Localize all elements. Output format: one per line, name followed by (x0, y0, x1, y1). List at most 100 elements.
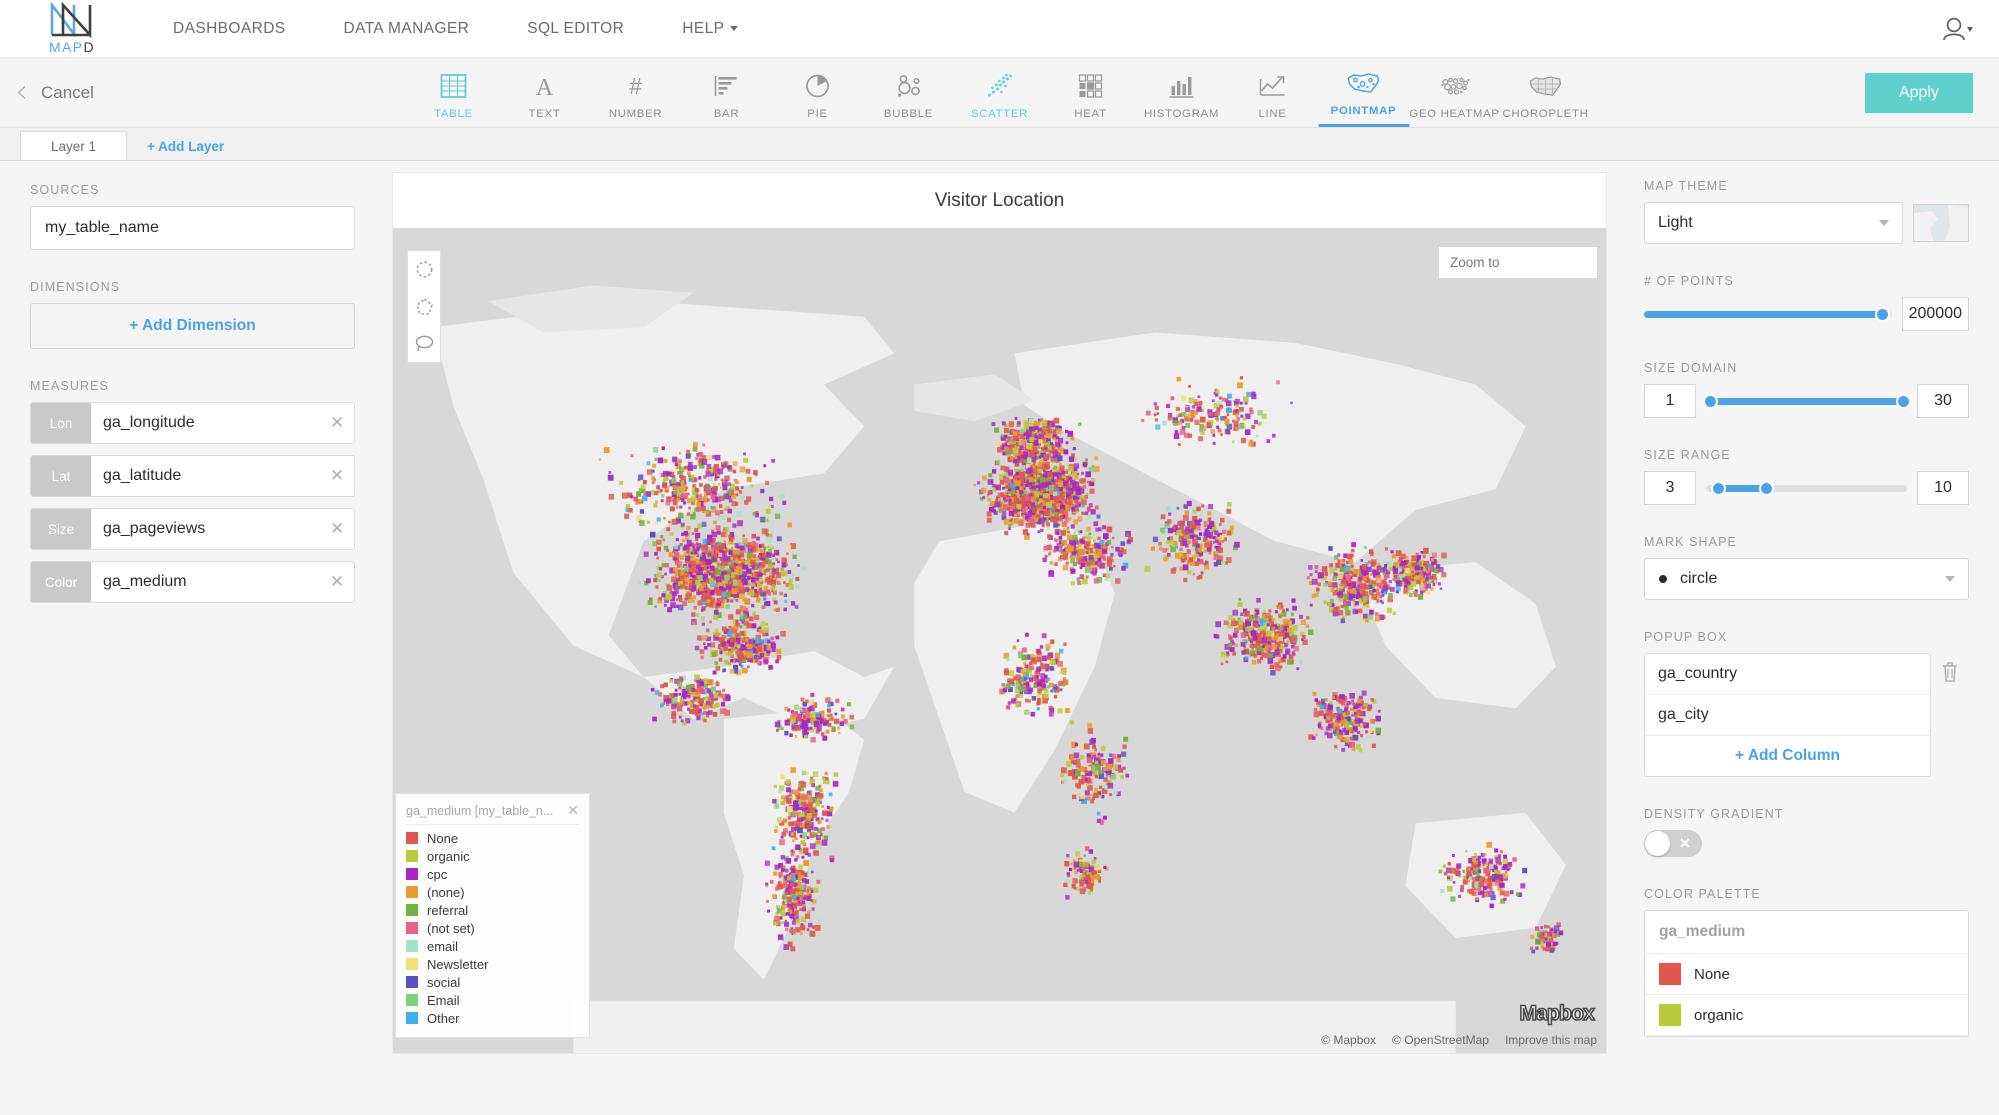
chart-type-bar[interactable]: BAR (681, 58, 772, 127)
chart-type-line[interactable]: LINE (1227, 58, 1318, 127)
size-range-track[interactable] (1706, 485, 1907, 492)
draw-lasso-icon[interactable] (408, 325, 440, 362)
palette-row-none[interactable]: None (1645, 954, 1968, 995)
size-domain-knob-low[interactable] (1703, 394, 1718, 409)
color-swatch[interactable] (1659, 1004, 1681, 1026)
legend-item[interactable]: Newsletter (406, 955, 579, 973)
close-icon[interactable]: ✕ (320, 509, 354, 549)
draw-circle-icon[interactable] (408, 251, 440, 288)
size-domain-knob-high[interactable] (1896, 394, 1911, 409)
bubble-icon (895, 70, 923, 102)
tab-layer-1[interactable]: Layer 1 (20, 131, 127, 160)
chart-type-number[interactable]: # NUMBER (590, 58, 681, 127)
choropleth-icon (1529, 70, 1563, 102)
palette-row-organic[interactable]: organic (1645, 995, 1968, 1036)
dimensions-label: DIMENSIONS (30, 280, 355, 294)
apply-button[interactable]: Apply (1865, 73, 1973, 113)
nav-link-help[interactable]: HELP (653, 20, 767, 38)
color-palette-label: COLOR PALETTE (1644, 887, 1969, 901)
map-theme-section: MAP THEME Light (1644, 179, 1969, 244)
nav-link-dashboards[interactable]: DASHBOARDS (144, 20, 315, 38)
measure-value[interactable]: ga_longitude (91, 403, 320, 443)
measure-row-lon[interactable]: Lon ga_longitude ✕ (30, 402, 355, 444)
size-range-min[interactable]: 3 (1644, 471, 1696, 505)
source-select[interactable]: my_table_name (30, 206, 355, 250)
popup-box-label: POPUP BOX (1644, 630, 1969, 644)
chart-type-pie[interactable]: PIE (772, 58, 863, 127)
add-dimension-button[interactable]: + Add Dimension (30, 303, 355, 349)
legend-item[interactable]: cpc (406, 865, 579, 883)
chart-type-bubble[interactable]: BUBBLE (863, 58, 954, 127)
legend-item[interactable]: Email (406, 991, 579, 1009)
points-slider-track[interactable] (1644, 311, 1892, 318)
size-domain-label: SIZE DOMAIN (1644, 361, 1969, 375)
measure-row-lat[interactable]: Lat ga_latitude ✕ (30, 455, 355, 497)
pointmap-icon (1347, 67, 1381, 99)
size-domain-track[interactable] (1706, 398, 1907, 405)
legend-item[interactable]: email (406, 937, 579, 955)
size-range-knob-low[interactable] (1711, 481, 1726, 496)
attribution-improve[interactable]: Improve this map (1505, 1033, 1597, 1047)
nav-link-sql-editor[interactable]: SQL EDITOR (498, 20, 653, 38)
measure-value[interactable]: ga_medium (91, 562, 320, 602)
color-swatch[interactable] (1659, 963, 1681, 985)
color-swatch (406, 886, 418, 898)
chart-type-table[interactable]: TABLE (408, 58, 499, 127)
chart-type-label: BUBBLE (884, 108, 933, 120)
mark-shape-select[interactable]: circle (1644, 558, 1969, 600)
add-layer-button[interactable]: + Add Layer (127, 132, 244, 160)
geo-heatmap-icon (1438, 70, 1472, 102)
nav-link-label: DATA MANAGER (344, 20, 470, 37)
size-domain-min[interactable]: 1 (1644, 384, 1696, 418)
pie-chart-icon (805, 70, 831, 102)
attribution-osm[interactable]: © OpenStreetMap (1392, 1033, 1489, 1047)
user-icon (1939, 14, 1973, 44)
map-theme-select[interactable]: Light (1644, 202, 1903, 244)
nav-link-data-manager[interactable]: DATA MANAGER (315, 20, 499, 38)
points-value[interactable]: 200000 (1902, 297, 1969, 331)
legend-item[interactable]: referral (406, 901, 579, 919)
popup-column-country[interactable]: ga_country (1645, 654, 1930, 695)
draw-polygon-icon[interactable] (408, 288, 440, 325)
legend-item[interactable]: Other (406, 1009, 579, 1027)
map-canvas[interactable]: ga_medium [my_table_n... ✕ None organic cp… (393, 228, 1606, 1053)
color-swatch (406, 958, 418, 970)
trash-icon[interactable] (1931, 653, 1969, 683)
popup-column-city[interactable]: ga_city (1645, 695, 1930, 736)
map-area: Visitor Location Zoom to ga_medium [my_t… (385, 161, 1614, 1115)
add-column-button[interactable]: + Add Column (1645, 736, 1930, 776)
account-menu[interactable] (1939, 14, 1973, 44)
chart-type-geo-heatmap[interactable]: GEO HEATMAP (1409, 58, 1500, 127)
measure-value[interactable]: ga_pageviews (91, 509, 320, 549)
chart-type-text[interactable]: A TEXT (499, 58, 590, 127)
measure-row-color[interactable]: Color ga_medium ✕ (30, 561, 355, 603)
measure-value[interactable]: ga_latitude (91, 456, 320, 496)
zoom-to-input[interactable] (1438, 246, 1598, 279)
legend-item[interactable]: organic (406, 847, 579, 865)
density-gradient-section: DENSITY GRADIENT ✕ (1644, 807, 1969, 857)
mapd-logo[interactable]: MAPD (18, 2, 126, 55)
legend-item[interactable]: None (406, 829, 579, 847)
map-theme-thumbnail[interactable] (1913, 204, 1969, 242)
size-range-max[interactable]: 10 (1917, 471, 1969, 505)
measure-row-size[interactable]: Size ga_pageviews ✕ (30, 508, 355, 550)
cancel-button[interactable]: Cancel (20, 83, 94, 103)
legend-item[interactable]: social (406, 973, 579, 991)
chart-type-choropleth[interactable]: CHOROPLETH (1500, 58, 1591, 127)
close-icon[interactable]: ✕ (567, 802, 579, 819)
legend-item[interactable]: (none) (406, 883, 579, 901)
size-domain-max[interactable]: 30 (1917, 384, 1969, 418)
chart-type-heat[interactable]: HEAT (1045, 58, 1136, 127)
points-slider-knob[interactable] (1875, 307, 1890, 322)
close-icon[interactable]: ✕ (320, 403, 354, 443)
chart-type-pointmap[interactable]: POINTMAP (1318, 58, 1409, 127)
size-range-knob-high[interactable] (1759, 481, 1774, 496)
mapd-logo-text: MAPD (49, 39, 95, 55)
legend-item[interactable]: (not set) (406, 919, 579, 937)
chart-type-histogram[interactable]: HISTOGRAM (1136, 58, 1227, 127)
attribution-mapbox[interactable]: © Mapbox (1321, 1033, 1376, 1047)
close-icon[interactable]: ✕ (320, 456, 354, 496)
close-icon[interactable]: ✕ (320, 562, 354, 602)
density-gradient-toggle[interactable]: ✕ (1644, 830, 1702, 857)
chart-type-scatter[interactable]: SCATTER (954, 58, 1045, 127)
